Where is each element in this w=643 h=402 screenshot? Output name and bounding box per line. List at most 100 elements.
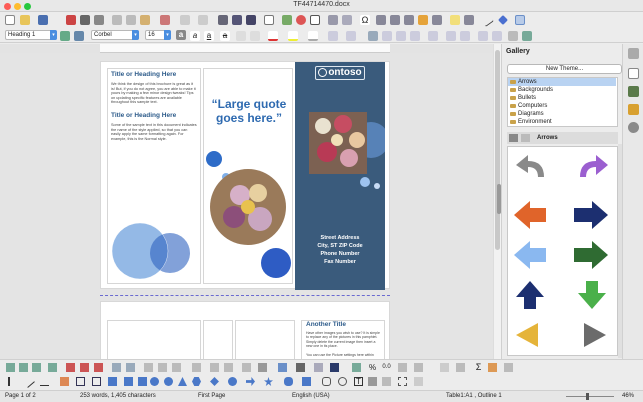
redo-icon[interactable] bbox=[198, 15, 208, 25]
stars-icon[interactable] bbox=[264, 377, 273, 386]
horizontal-ruler[interactable] bbox=[100, 44, 390, 53]
increase-paragraph-spacing-icon[interactable] bbox=[446, 31, 456, 41]
basic-shapes-menu-icon[interactable] bbox=[210, 377, 219, 386]
detailed-view-icon[interactable] bbox=[521, 134, 530, 142]
insert-chart-icon[interactable] bbox=[296, 15, 306, 25]
page-style[interactable]: First Page bbox=[198, 391, 225, 402]
align-top-icon[interactable] bbox=[192, 363, 201, 372]
new-style-icon[interactable] bbox=[74, 31, 84, 41]
insert-textbox-icon[interactable] bbox=[310, 15, 320, 25]
track-changes-icon[interactable] bbox=[464, 15, 474, 25]
fax-number[interactable]: Fax Number bbox=[295, 258, 385, 266]
line-tool-icon[interactable] bbox=[22, 375, 35, 388]
rounded-rectangle-icon[interactable] bbox=[124, 377, 133, 386]
align-left-icon[interactable] bbox=[368, 31, 378, 41]
align-bottom-icon[interactable] bbox=[224, 363, 233, 372]
bookmark-icon[interactable] bbox=[418, 15, 428, 25]
decimal-format-icon[interactable]: 0.0 bbox=[382, 363, 391, 372]
theme-item-bullets[interactable]: Bullets bbox=[508, 94, 616, 102]
paragraph-settings-icon[interactable] bbox=[508, 31, 518, 41]
thumb-arrow-down-green[interactable] bbox=[578, 281, 606, 309]
connector-icon[interactable] bbox=[92, 377, 101, 386]
sum-icon[interactable]: Σ bbox=[474, 363, 483, 372]
page-1[interactable]: Title or Heading Here We think the desig… bbox=[100, 61, 390, 290]
print-preview-icon[interactable] bbox=[94, 15, 104, 25]
thumb-curved-arrow-gray[interactable] bbox=[516, 155, 544, 177]
clone-formatting-icon[interactable] bbox=[160, 15, 170, 25]
circle-icon[interactable] bbox=[164, 377, 173, 386]
ellipse-outline-icon[interactable] bbox=[338, 377, 347, 386]
delete-table-icon[interactable] bbox=[94, 363, 103, 372]
city-state-zip[interactable]: City, ST ZIP Code bbox=[295, 242, 385, 250]
undo-icon[interactable] bbox=[180, 15, 190, 25]
select-cell-icon[interactable] bbox=[126, 363, 135, 372]
font-color-icon[interactable] bbox=[268, 31, 278, 41]
street-address[interactable]: Street Address bbox=[295, 234, 385, 242]
justify-icon[interactable] bbox=[410, 31, 420, 41]
p2-right-column[interactable]: Another Title Have other images you wish… bbox=[301, 320, 385, 359]
arrow-line-icon[interactable] bbox=[40, 377, 49, 386]
insert-column-before-icon[interactable] bbox=[32, 363, 41, 372]
paste-icon[interactable] bbox=[140, 15, 150, 25]
decrease-indent-icon[interactable] bbox=[492, 31, 502, 41]
middle-column[interactable]: “Large quote goes here.” bbox=[203, 68, 293, 284]
select-tool-icon[interactable] bbox=[8, 377, 17, 386]
thumb-arrow-right-green[interactable] bbox=[574, 241, 608, 269]
line-icon[interactable] bbox=[480, 13, 494, 27]
font-name-select[interactable]: Corbel ▾ bbox=[91, 30, 139, 40]
basic-shapes-icon[interactable] bbox=[498, 15, 508, 25]
zoom-slider-thumb[interactable] bbox=[586, 393, 589, 400]
strikethrough-icon[interactable]: a bbox=[220, 31, 230, 41]
curve-icon[interactable] bbox=[76, 377, 85, 386]
insert-field-icon[interactable] bbox=[342, 15, 352, 25]
subscript-icon[interactable] bbox=[250, 31, 260, 41]
theme-item-arrows[interactable]: Arrows bbox=[508, 78, 616, 86]
insert-row-above-icon[interactable] bbox=[6, 363, 15, 372]
spelling-icon[interactable] bbox=[232, 15, 242, 25]
thumb-triangle-right-gray[interactable] bbox=[584, 323, 606, 347]
find-replace-icon[interactable] bbox=[218, 15, 228, 25]
large-quote[interactable]: “Large quote goes here.” bbox=[210, 97, 288, 125]
draw-functions-icon[interactable] bbox=[515, 15, 525, 25]
flowchart-icon[interactable] bbox=[302, 377, 311, 386]
paragraph-style-select[interactable]: Heading 1 ▾ bbox=[5, 30, 57, 40]
table-design-icon[interactable] bbox=[488, 363, 497, 372]
toggle-extrusion-icon[interactable] bbox=[398, 377, 407, 386]
callouts-icon[interactable] bbox=[284, 377, 293, 386]
thumb-arrow-left-blue[interactable] bbox=[514, 241, 546, 269]
symbol-shapes-icon[interactable] bbox=[228, 377, 237, 386]
print-icon[interactable] bbox=[80, 15, 90, 25]
text-box-icon[interactable]: T bbox=[354, 377, 363, 386]
theme-item-backgrounds[interactable]: Backgrounds bbox=[508, 86, 616, 94]
split-cells-icon[interactable] bbox=[158, 363, 167, 372]
contact-block[interactable]: Street Address City, ST ZIP Code Phone N… bbox=[295, 234, 385, 266]
icon-view-icon[interactable] bbox=[509, 134, 518, 142]
gallery-thumbnails[interactable] bbox=[507, 146, 618, 356]
table-dialog-icon[interactable] bbox=[456, 363, 465, 372]
left-heading-2[interactable]: Title or Heading Here bbox=[111, 112, 199, 119]
more-table-options-icon[interactable] bbox=[504, 363, 513, 372]
hexagon-icon[interactable] bbox=[192, 377, 201, 386]
export-pdf-icon[interactable] bbox=[66, 15, 76, 25]
rectangle-icon[interactable] bbox=[108, 377, 117, 386]
cell-background-icon[interactable] bbox=[330, 363, 339, 372]
delete-columns-icon[interactable] bbox=[80, 363, 89, 372]
borders-icon[interactable] bbox=[258, 363, 267, 372]
sort-icon[interactable] bbox=[414, 363, 423, 372]
vertical-scroll-thumb[interactable] bbox=[495, 50, 500, 250]
align-center-icon[interactable] bbox=[382, 31, 392, 41]
unordered-list-icon[interactable] bbox=[328, 31, 338, 41]
merge-cells-icon[interactable] bbox=[144, 363, 153, 372]
styles-icon[interactable] bbox=[628, 86, 639, 97]
delete-rows-icon[interactable] bbox=[66, 363, 75, 372]
endnote-icon[interactable] bbox=[404, 15, 414, 25]
ordered-list-icon[interactable] bbox=[346, 31, 356, 41]
ellipse-icon[interactable] bbox=[150, 377, 159, 386]
increase-indent-icon[interactable] bbox=[478, 31, 488, 41]
thumb-arrow-right-navy[interactable] bbox=[574, 201, 608, 229]
character-shading-icon[interactable] bbox=[308, 31, 318, 41]
page-count[interactable]: Page 1 of 2 bbox=[5, 391, 36, 402]
p2-left-column[interactable] bbox=[107, 320, 201, 359]
table-autoformat-icon[interactable] bbox=[242, 363, 251, 372]
theme-item-diagrams[interactable]: Diagrams bbox=[508, 110, 616, 118]
